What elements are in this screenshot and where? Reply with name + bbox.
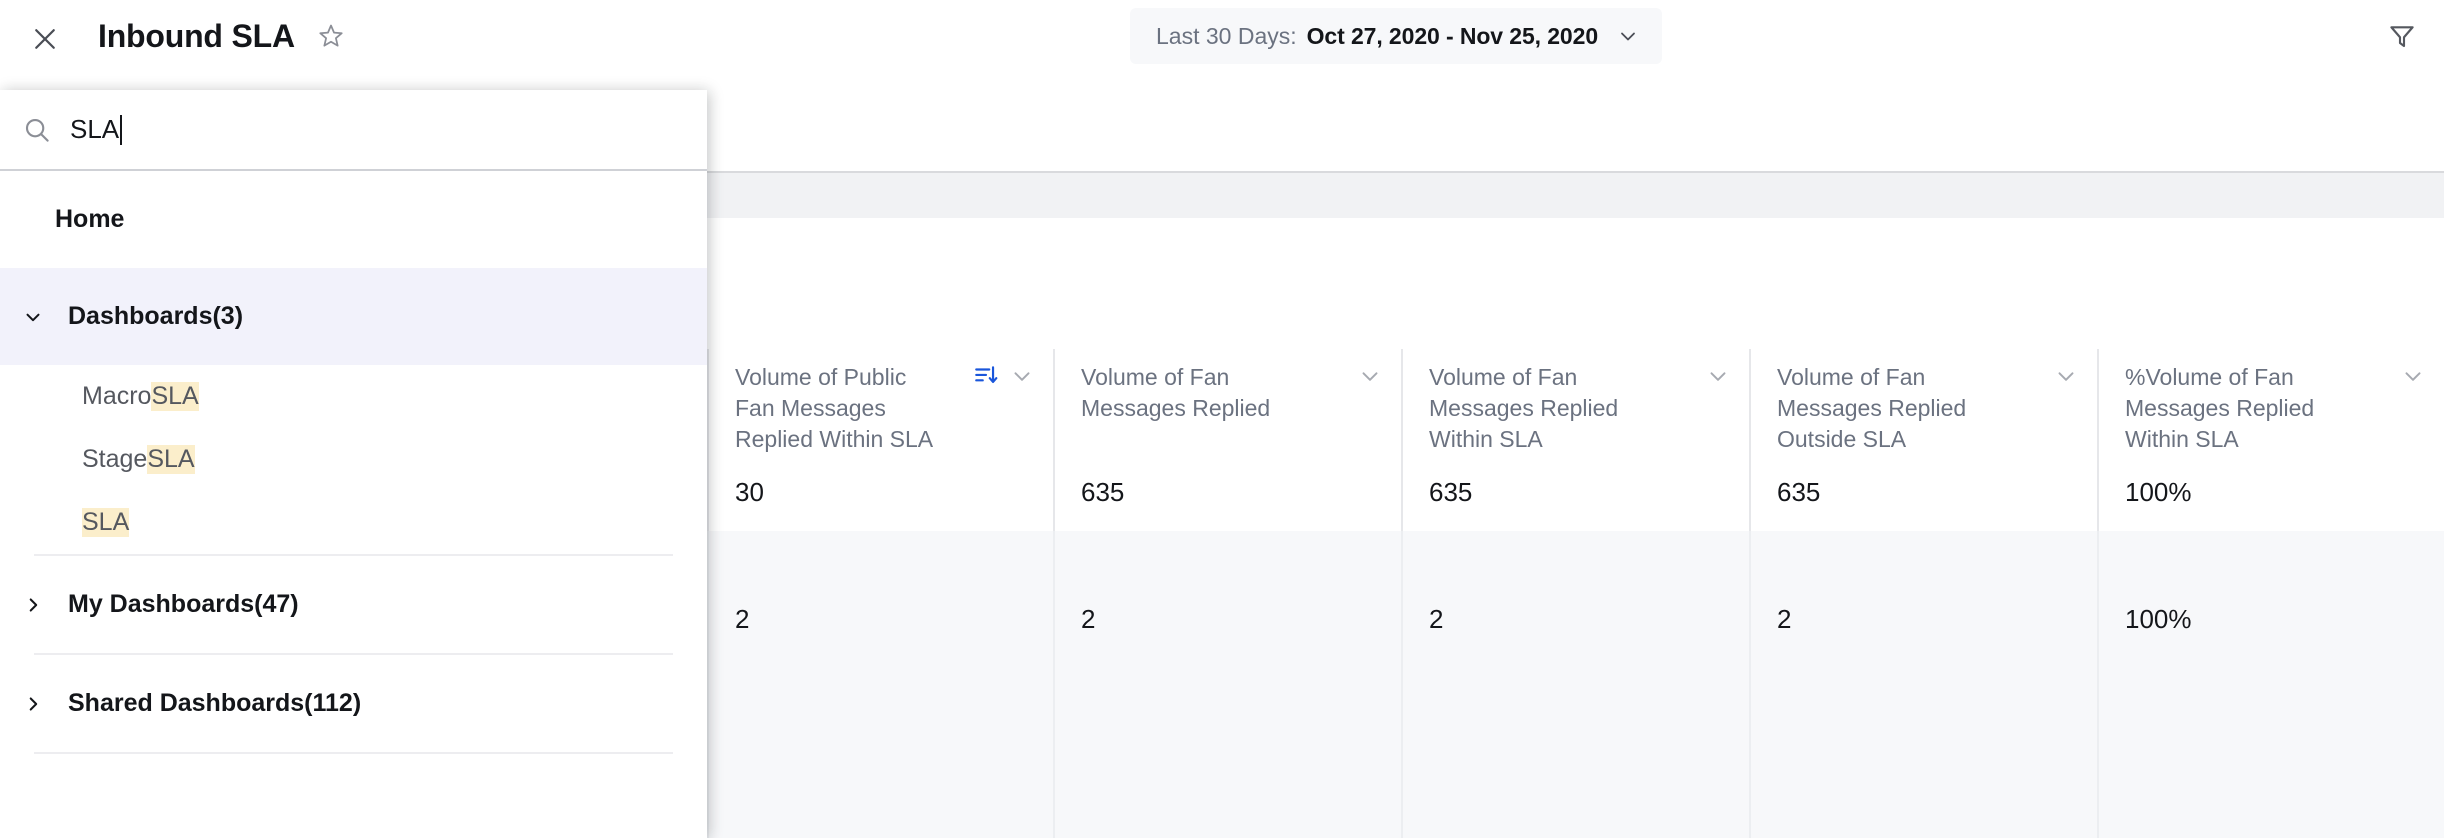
dropdown-subitem-prefix: Macro bbox=[82, 382, 152, 410]
metric-card-actions bbox=[1705, 363, 1731, 389]
dropdown-group-label: Dashboards(3) bbox=[68, 302, 244, 330]
search-dropdown-panel: SLA Home Dashboards(3) Macro SLA Stage S… bbox=[0, 90, 707, 838]
dropdown-group-label: Shared Dashboards(112) bbox=[68, 689, 362, 717]
metric-cell-fan-replied: 2 bbox=[1053, 531, 1401, 838]
chevron-down-icon bbox=[22, 306, 44, 328]
search-box[interactable]: SLA bbox=[0, 90, 707, 171]
metric-cell-value: 2 bbox=[1081, 604, 1096, 634]
page-title: Inbound SLA bbox=[98, 18, 295, 54]
metric-card-fan-outside-sla[interactable]: Volume of Fan Messages Replied Outside S… bbox=[1749, 349, 2097, 531]
dropdown-group-my-dashboards[interactable]: My Dashboards(47) bbox=[0, 556, 707, 653]
dropdown-subitem-match: SLA bbox=[151, 382, 199, 411]
chevron-down-icon[interactable] bbox=[1357, 363, 1383, 389]
search-input[interactable]: SLA bbox=[70, 114, 119, 145]
metric-cell-value: 100% bbox=[2125, 604, 2192, 634]
dropdown-subitem-stage-sla[interactable]: Stage SLA bbox=[0, 428, 707, 491]
dropdown-subitem-macro-sla[interactable]: Macro SLA bbox=[0, 365, 707, 428]
app-header: Inbound SLA Last 30 Days: Oct 27, 2020 -… bbox=[0, 0, 2444, 78]
date-range-prefix: Last 30 Days: bbox=[1156, 22, 1297, 49]
metric-card-title: Volume of Fan Messages Replied bbox=[1081, 364, 1271, 421]
metric-card-value: 30 bbox=[735, 477, 764, 507]
metric-cell-pct-fan-within-sla: 100% bbox=[2097, 531, 2444, 838]
date-range-selector[interactable]: Last 30 Days: Oct 27, 2020 - Nov 25, 202… bbox=[1130, 8, 1663, 64]
dropdown-group-shared-dashboards[interactable]: Shared Dashboards(112) bbox=[0, 655, 707, 752]
chevron-right-icon bbox=[22, 594, 44, 616]
metric-cell-value: 2 bbox=[1777, 604, 1792, 634]
dropdown-subitem-prefix: Stage bbox=[82, 445, 148, 473]
metric-card-value: 635 bbox=[1777, 477, 1821, 507]
metric-card-actions bbox=[2400, 363, 2426, 389]
divider bbox=[34, 752, 673, 754]
dropdown-subitem-sla[interactable]: SLA bbox=[0, 491, 707, 554]
dropdown-group-dashboards[interactable]: Dashboards(3) bbox=[0, 268, 707, 365]
metric-card-value: 635 bbox=[1429, 477, 1473, 507]
metric-cell-fan-within-sla: 2 bbox=[1401, 531, 1749, 838]
metric-card-value: 635 bbox=[1081, 477, 1125, 507]
star-icon bbox=[317, 22, 345, 55]
metric-card-actions bbox=[1357, 363, 1383, 389]
metric-cell-fan-outside-sla: 2 bbox=[1749, 531, 2097, 838]
metric-cell-public-fan-within-sla: 2 bbox=[707, 531, 1053, 838]
chevron-right-icon bbox=[22, 693, 44, 715]
metric-card-actions bbox=[973, 363, 1035, 389]
dropdown-item-label: Home bbox=[55, 205, 125, 233]
chevron-down-icon[interactable] bbox=[2053, 363, 2079, 389]
chevron-down-icon bbox=[1616, 24, 1640, 48]
favorite-button[interactable] bbox=[313, 20, 349, 56]
metric-card-pct-fan-within-sla[interactable]: %Volume of Fan Messages Replied Within S… bbox=[2097, 349, 2444, 531]
chevron-down-icon[interactable] bbox=[1009, 363, 1035, 389]
dropdown-subitem-match: SLA bbox=[82, 508, 130, 537]
metric-card-fan-replied[interactable]: Volume of Fan Messages Replied 635 bbox=[1053, 349, 1401, 531]
dropdown-group-label: My Dashboards(47) bbox=[68, 590, 299, 618]
close-button[interactable] bbox=[22, 16, 68, 62]
sort-descending-icon[interactable] bbox=[973, 363, 999, 389]
chevron-down-icon[interactable] bbox=[1705, 363, 1731, 389]
metric-cell-value: 2 bbox=[1429, 604, 1444, 634]
metric-card-title: %Volume of Fan Messages Replied Within S… bbox=[2125, 364, 2315, 452]
metric-cell-value: 2 bbox=[735, 604, 750, 634]
dropdown-subitem-match: SLA bbox=[147, 445, 195, 474]
metric-card-title: Volume of Fan Messages Replied Within SL… bbox=[1429, 364, 1619, 452]
filter-icon bbox=[2387, 21, 2417, 56]
metric-card-public-fan-within-sla[interactable]: Volume of Public Fan Messages Replied Wi… bbox=[707, 349, 1053, 531]
text-cursor bbox=[120, 114, 123, 145]
close-icon bbox=[30, 24, 60, 54]
date-range-value: Oct 27, 2020 - Nov 25, 2020 bbox=[1306, 22, 1599, 49]
metric-card-actions bbox=[2053, 363, 2079, 389]
metric-card-fan-within-sla[interactable]: Volume of Fan Messages Replied Within SL… bbox=[1401, 349, 1749, 531]
search-icon bbox=[22, 115, 52, 145]
filter-button[interactable] bbox=[2378, 14, 2426, 62]
dropdown-item-home[interactable]: Home bbox=[0, 171, 707, 268]
chevron-down-icon[interactable] bbox=[2400, 363, 2426, 389]
metric-card-title: Volume of Fan Messages Replied Outside S… bbox=[1777, 364, 1967, 452]
metric-card-value: 100% bbox=[2125, 477, 2192, 507]
